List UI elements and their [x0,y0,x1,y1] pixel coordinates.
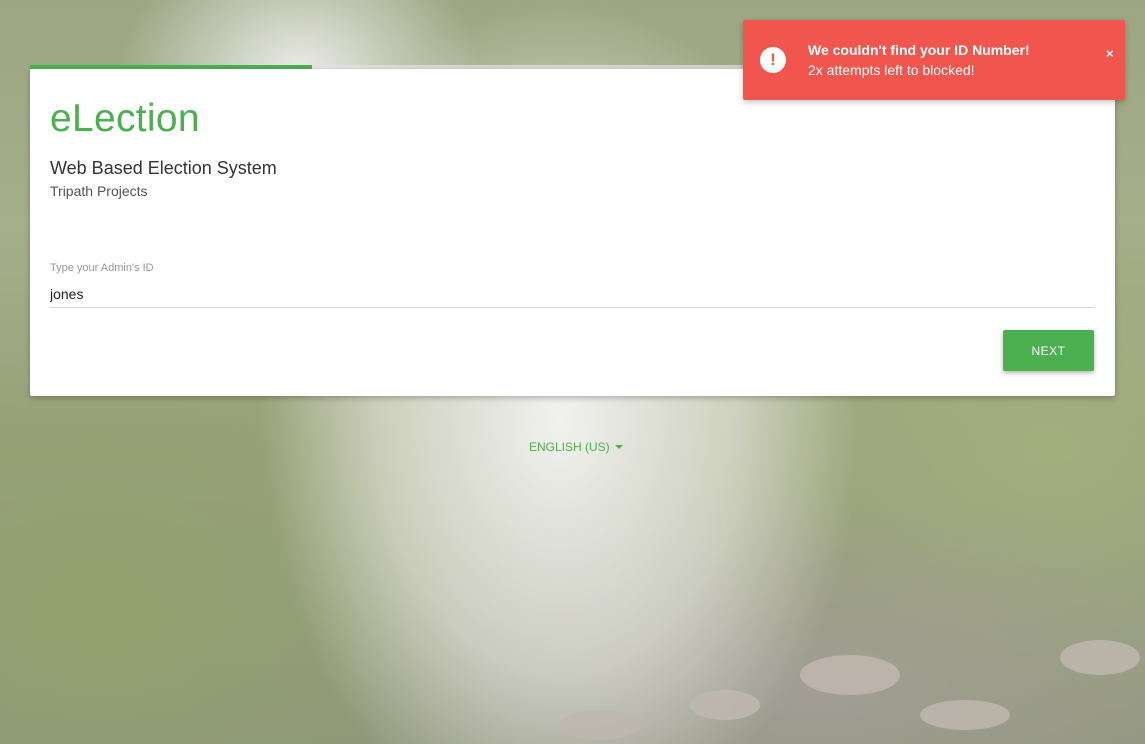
admin-id-input[interactable] [50,281,1095,308]
app-brand: eLection [50,97,200,140]
organization-name: Tripath Projects [50,183,148,199]
error-toast: ! We couldn't find your ID Number! 2x at… [743,20,1125,100]
toast-message: 2x attempts left to blocked! [808,62,975,78]
next-button[interactable]: NEXT [1003,330,1094,371]
app-subtitle: Web Based Election System [50,158,277,178]
exclamation-icon: ! [760,47,786,73]
caret-down-icon [614,445,623,449]
toast-title: We couldn't find your ID Number! [808,42,1030,58]
close-icon[interactable]: × [1106,46,1114,61]
language-selector[interactable]: ENGLISH (US) [529,440,623,454]
language-label: ENGLISH (US) [529,440,610,454]
admin-id-label: Type your Admin's ID [50,262,154,274]
login-card: eLection Web Based Election System Tripa… [30,69,1115,396]
